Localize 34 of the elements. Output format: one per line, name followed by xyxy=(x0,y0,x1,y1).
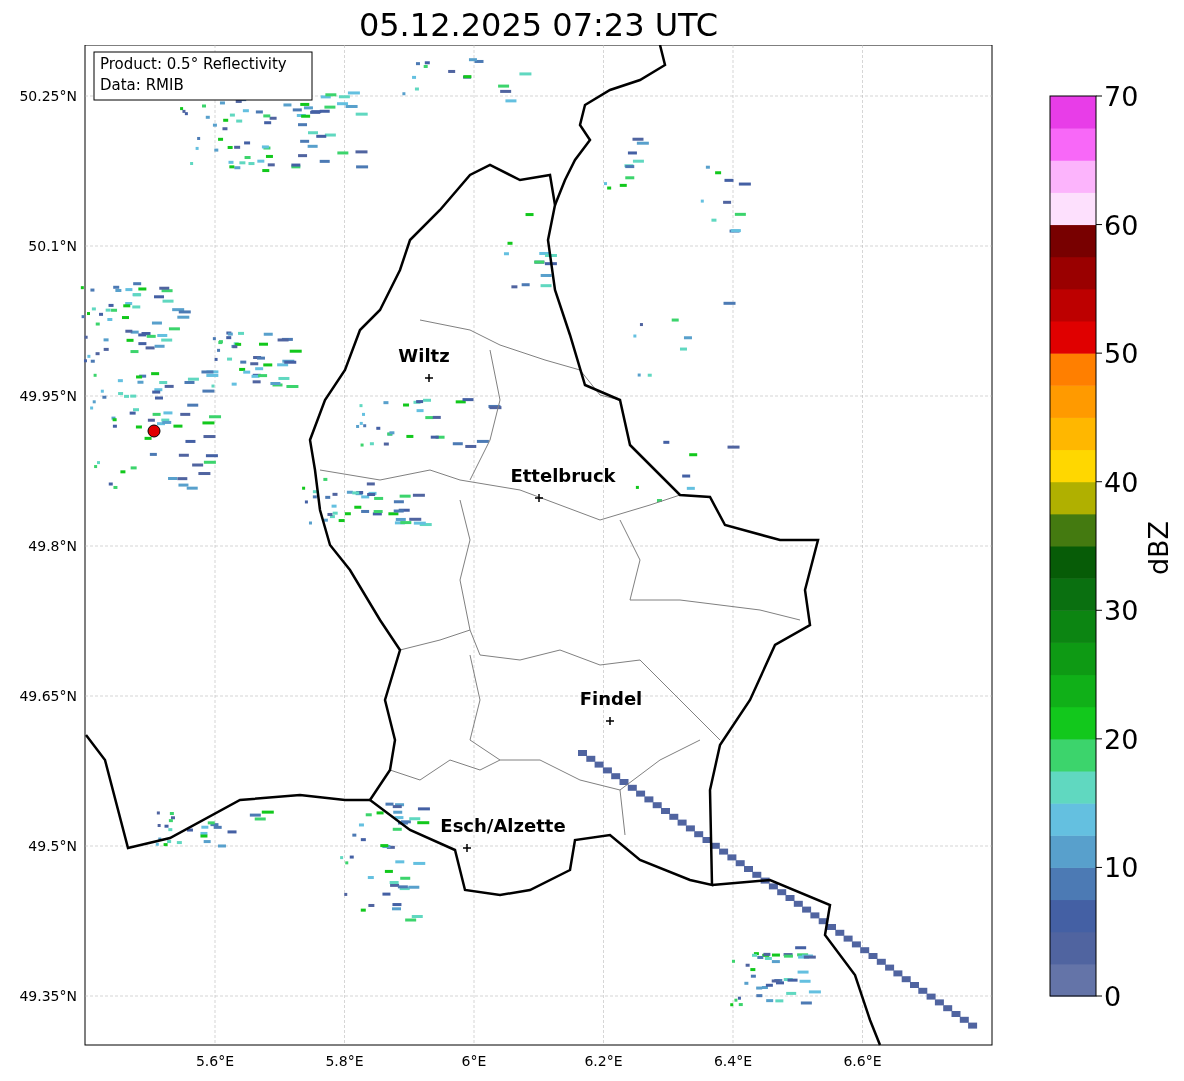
legend-text: Data: RMIB xyxy=(100,76,184,94)
axis-tick-label: 5.8°E xyxy=(325,1053,364,1069)
city-label: Wiltz xyxy=(398,345,450,366)
axis-tick-label: 49.5°N xyxy=(28,838,77,854)
radar-site-icon xyxy=(147,424,161,438)
axis-tick-label: 6°E xyxy=(461,1053,487,1069)
city-marker-icon xyxy=(605,716,615,726)
axis-tick-label: 50.25°N xyxy=(19,88,77,104)
axis-tick-label: 6.4°E xyxy=(713,1053,753,1069)
colorbar-tick-label: 20 xyxy=(1104,723,1139,755)
city-label: Findel xyxy=(579,688,643,709)
axis-tick-label: 5.6°E xyxy=(195,1053,235,1069)
axis-tick-label: 49.35°N xyxy=(19,988,77,1004)
axis-tick-label: 6.2°E xyxy=(584,1053,623,1069)
axis-tick-label: 49.65°N xyxy=(19,688,77,704)
colorbar-tick-label: 40 xyxy=(1104,466,1139,498)
city-label: Esch/Alzette xyxy=(440,815,566,836)
city-marker-icon xyxy=(462,843,472,853)
city-marker-icon xyxy=(424,373,434,383)
colorbar-label: dBZ xyxy=(1143,520,1174,576)
colorbar-tick-label: 70 xyxy=(1104,81,1139,112)
colorbar-tick-label: 50 xyxy=(1104,338,1139,370)
colorbar-tick-label: 0 xyxy=(1104,981,1122,1012)
colorbar-tick-label: 60 xyxy=(1104,209,1139,241)
axis-tick-label: 49.8°N xyxy=(28,538,77,554)
colorbar-tick-label: 30 xyxy=(1104,595,1139,627)
axis-tick-label: 6.6°E xyxy=(843,1053,882,1069)
chart-title: 05.12.2025 07:23 UTC xyxy=(357,5,720,45)
city-marker-icon xyxy=(534,493,544,503)
colorbar-tick-label: 10 xyxy=(1104,852,1139,884)
city-label: Ettelbruck xyxy=(510,465,616,486)
axis-tick-label: 49.95°N xyxy=(19,388,77,404)
legend-text: Product: 0.5° Reflectivity xyxy=(100,55,287,73)
axis-tick-label: 50.1°N xyxy=(28,238,77,254)
